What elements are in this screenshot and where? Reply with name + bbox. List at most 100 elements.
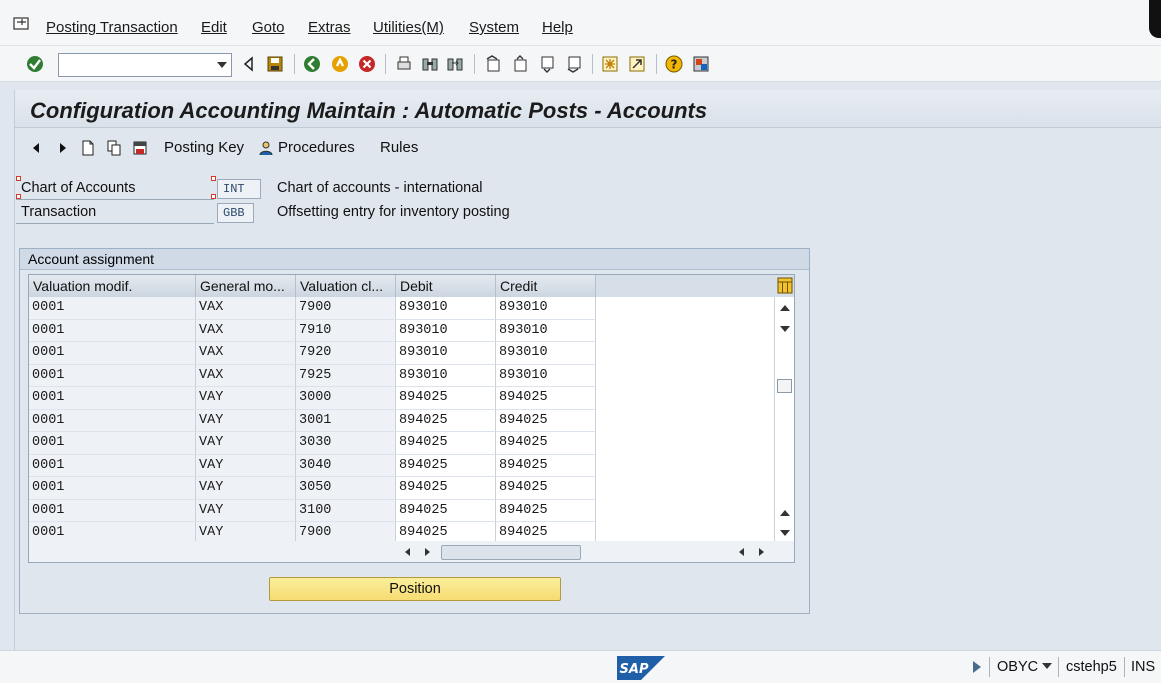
chevron-down-icon[interactable] [217, 62, 227, 68]
table-row[interactable]: 0001 VAY 3100 894025 894025 [29, 499, 596, 522]
cell-valuation-class[interactable]: 7920 [296, 342, 396, 365]
cell-credit[interactable]: 894025 [496, 477, 596, 500]
cell-valuation-modif[interactable]: 0001 [29, 432, 196, 455]
print-icon[interactable] [395, 55, 413, 73]
cell-valuation-class[interactable]: 3100 [296, 499, 396, 522]
cell-valuation-modif[interactable]: 0001 [29, 364, 196, 387]
cell-valuation-modif[interactable]: 0001 [29, 387, 196, 410]
column-header-general-modif[interactable]: General mo... [196, 275, 296, 297]
scroll-thumb[interactable] [777, 379, 792, 393]
first-page-icon[interactable] [484, 55, 502, 73]
menu-posting-transaction[interactable]: Posting Transaction [46, 19, 178, 36]
next-entry-icon[interactable] [55, 140, 71, 156]
cell-debit[interactable]: 893010 [396, 319, 496, 342]
previous-page-icon[interactable] [511, 55, 529, 73]
cell-debit[interactable]: 894025 [396, 454, 496, 477]
cell-credit[interactable]: 894025 [496, 409, 596, 432]
help-icon[interactable]: ? [665, 55, 683, 73]
transaction-field[interactable]: GBB [217, 203, 254, 223]
cell-general-modif[interactable]: VAY [196, 387, 296, 410]
menu-edit[interactable]: Edit [201, 19, 227, 36]
scroll-down-icon[interactable] [780, 326, 790, 332]
exit-icon[interactable] [331, 55, 349, 73]
cell-credit[interactable]: 893010 [496, 342, 596, 365]
cell-general-modif[interactable]: VAY [196, 409, 296, 432]
window-menu-icon[interactable] [13, 17, 31, 31]
rules-button[interactable]: Rules [380, 139, 418, 156]
cell-credit[interactable]: 894025 [496, 499, 596, 522]
scroll-left-icon[interactable] [739, 548, 744, 556]
find-next-icon[interactable] [446, 55, 464, 73]
scroll-down-icon[interactable] [780, 530, 790, 536]
menu-utilities[interactable]: Utilities(M) [373, 19, 444, 36]
cell-general-modif[interactable]: VAX [196, 364, 296, 387]
cancel-icon[interactable] [358, 55, 376, 73]
column-header-valuation-class[interactable]: Valuation cl... [296, 275, 396, 297]
cell-credit[interactable]: 894025 [496, 387, 596, 410]
cell-debit[interactable]: 894025 [396, 409, 496, 432]
cell-debit[interactable]: 894025 [396, 499, 496, 522]
menu-goto[interactable]: Goto [252, 19, 285, 36]
copy-icon[interactable] [106, 140, 122, 156]
vertical-scrollbar[interactable] [774, 297, 794, 541]
procedures-button[interactable]: Procedures [278, 139, 355, 156]
table-row[interactable]: 0001 VAY 3001 894025 894025 [29, 409, 596, 432]
cell-debit[interactable]: 893010 [396, 297, 496, 320]
cell-general-modif[interactable]: VAX [196, 297, 296, 320]
cell-valuation-modif[interactable]: 0001 [29, 499, 196, 522]
status-expand-icon[interactable] [973, 661, 981, 673]
position-button[interactable]: Position [269, 577, 561, 601]
scroll-up-icon[interactable] [780, 510, 790, 516]
column-header-valuation-modif[interactable]: Valuation modif. [29, 275, 196, 297]
next-page-icon[interactable] [538, 55, 556, 73]
find-icon[interactable] [421, 55, 439, 73]
menu-extras[interactable]: Extras [308, 19, 351, 36]
cell-general-modif[interactable]: VAX [196, 319, 296, 342]
column-header-debit[interactable]: Debit [396, 275, 496, 297]
table-row[interactable]: 0001 VAX 7900 893010 893010 [29, 297, 596, 320]
back-small-icon[interactable] [240, 55, 258, 73]
cell-debit[interactable]: 894025 [396, 432, 496, 455]
command-field[interactable] [58, 53, 232, 77]
table-settings-icon[interactable] [777, 277, 793, 294]
table-row[interactable]: 0001 VAX 7920 893010 893010 [29, 342, 596, 365]
posting-key-button[interactable]: Posting Key [164, 139, 244, 156]
cell-general-modif[interactable]: VAY [196, 499, 296, 522]
new-entry-icon[interactable] [80, 140, 96, 156]
chevron-down-icon[interactable] [1042, 663, 1052, 669]
cell-general-modif[interactable]: VAX [196, 342, 296, 365]
cell-credit[interactable]: 893010 [496, 319, 596, 342]
customize-layout-icon[interactable] [692, 55, 710, 73]
column-header-credit[interactable]: Credit [496, 275, 596, 297]
table-row[interactable]: 0001 VAY 3050 894025 894025 [29, 477, 596, 500]
table-row[interactable]: 0001 VAX 7910 893010 893010 [29, 319, 596, 342]
cell-credit[interactable]: 893010 [496, 364, 596, 387]
cell-valuation-class[interactable]: 3030 [296, 432, 396, 455]
menu-system[interactable]: System [469, 19, 519, 36]
cell-valuation-class[interactable]: 7900 [296, 297, 396, 320]
cell-valuation-class[interactable]: 7925 [296, 364, 396, 387]
cell-credit[interactable]: 893010 [496, 297, 596, 320]
cell-debit[interactable]: 894025 [396, 477, 496, 500]
back-icon[interactable] [303, 55, 321, 73]
cell-valuation-class[interactable]: 3001 [296, 409, 396, 432]
cell-valuation-class[interactable]: 7910 [296, 319, 396, 342]
scroll-left-icon[interactable] [405, 548, 410, 556]
scroll-up-icon[interactable] [780, 305, 790, 311]
cell-debit[interactable]: 894025 [396, 387, 496, 410]
scroll-right-icon[interactable] [425, 548, 430, 556]
cell-valuation-class[interactable]: 3040 [296, 454, 396, 477]
cell-valuation-modif[interactable]: 0001 [29, 409, 196, 432]
cell-valuation-modif[interactable]: 0001 [29, 342, 196, 365]
cell-debit[interactable]: 893010 [396, 364, 496, 387]
last-page-icon[interactable] [565, 55, 583, 73]
create-session-icon[interactable] [601, 55, 619, 73]
cell-valuation-modif[interactable]: 0001 [29, 454, 196, 477]
menu-help[interactable]: Help [542, 19, 573, 36]
save-icon[interactable] [266, 55, 284, 73]
cell-general-modif[interactable]: VAY [196, 454, 296, 477]
chart-of-accounts-field[interactable]: INT [217, 179, 261, 199]
table-row[interactable]: 0001 VAY 3030 894025 894025 [29, 432, 596, 455]
shortcut-icon[interactable] [628, 55, 646, 73]
cell-valuation-modif[interactable]: 0001 [29, 319, 196, 342]
